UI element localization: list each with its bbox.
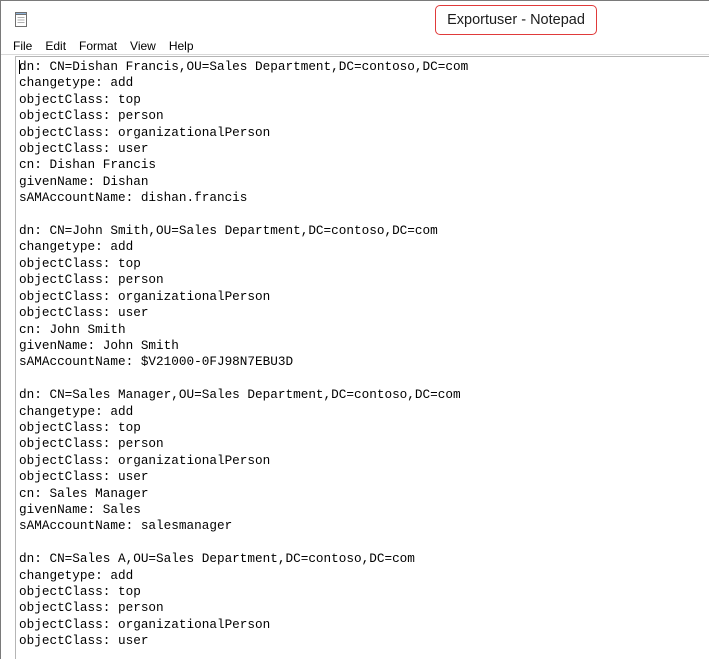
menu-view[interactable]: View xyxy=(130,38,156,54)
text-line: objectClass: organizationalPerson xyxy=(19,616,271,632)
text-line: changetype: add xyxy=(19,75,134,91)
text-line: objectClass: organizationalPerson xyxy=(19,452,271,468)
menu-help[interactable]: Help xyxy=(169,38,194,54)
text-line xyxy=(19,207,709,223)
text-line: dn: CN=John Smith,OU=Sales Department,DC… xyxy=(19,223,438,239)
text-line: objectClass: top xyxy=(19,584,141,599)
menu-format[interactable]: Format xyxy=(79,38,117,54)
text-line: givenName: John Smith xyxy=(19,337,179,353)
text-line: changetype: add xyxy=(19,239,134,255)
text-line: changetype: add xyxy=(19,567,134,583)
text-line: objectClass: organizationalPerson xyxy=(19,124,271,140)
menu-file[interactable]: File xyxy=(13,38,32,54)
text-line: objectClass: user xyxy=(19,633,149,649)
text-line: dn: CN=Sales A,OU=Sales Department,DC=co… xyxy=(19,551,415,567)
text-line xyxy=(19,535,709,551)
text-line: cn: Dishan Francis xyxy=(19,157,157,173)
title-bar[interactable]: Exportuser - Notepad xyxy=(1,1,709,37)
text-line: sAMAccountName: $V21000-0FJ98N7EBU3D xyxy=(19,354,294,370)
text-line: sAMAccountName: dishan.francis xyxy=(19,190,248,206)
text-line: objectClass: person xyxy=(19,272,164,288)
text-line: changetype: add xyxy=(19,403,134,419)
window-title: Exportuser - Notepad xyxy=(435,5,597,35)
text-line xyxy=(19,371,709,387)
document-text[interactable]: dn: CN=Dishan Francis,OU=Sales Departmen… xyxy=(16,57,709,650)
text-line: dn: CN=Sales Manager,OU=Sales Department… xyxy=(19,387,461,403)
text-line: givenName: Sales xyxy=(19,501,141,517)
text-line: objectClass: person xyxy=(19,108,164,124)
text-line: cn: Sales Manager xyxy=(19,485,149,501)
notepad-window: Exportuser - Notepad File Edit Format Vi… xyxy=(0,0,709,659)
text-line: givenName: Dishan xyxy=(19,173,149,189)
text-line: objectClass: user xyxy=(19,141,149,157)
text-line: objectClass: top xyxy=(19,91,141,107)
text-line: objectClass: organizationalPerson xyxy=(19,288,271,304)
text-line: objectClass: user xyxy=(19,469,149,485)
menu-bar: File Edit Format View Help xyxy=(1,37,709,55)
text-line: sAMAccountName: salesmanager xyxy=(19,518,233,534)
text-line: objectClass: person xyxy=(19,600,164,616)
text-line: dn: CN=Dishan Francis,OU=Sales Departmen… xyxy=(19,59,469,74)
text-line: objectClass: top xyxy=(19,419,141,435)
text-line: objectClass: top xyxy=(19,255,141,271)
text-line: objectClass: person xyxy=(19,436,164,452)
notepad-icon xyxy=(15,12,27,27)
text-line: objectClass: user xyxy=(19,305,149,321)
text-line: cn: John Smith xyxy=(19,321,126,337)
menu-edit[interactable]: Edit xyxy=(45,38,66,54)
text-editor[interactable]: dn: CN=Dishan Francis,OU=Sales Departmen… xyxy=(15,56,709,659)
